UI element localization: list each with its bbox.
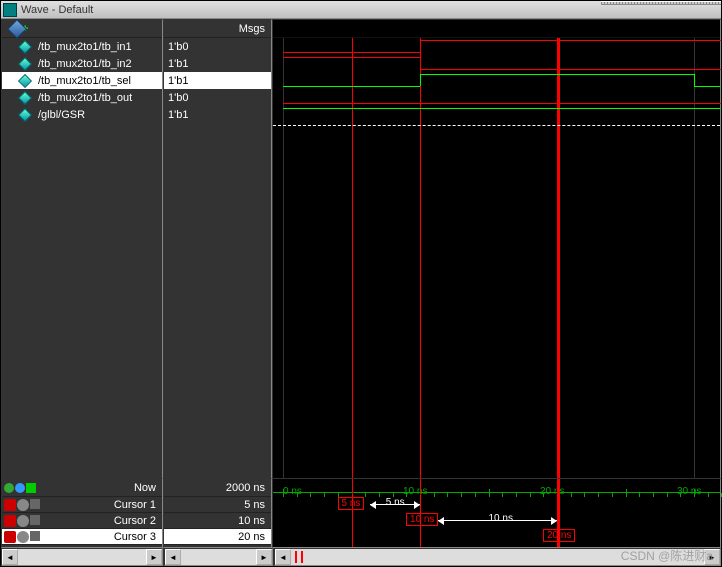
span-label: 10 ns (489, 513, 513, 524)
signal-value: 1'b0 (164, 38, 271, 55)
scroll-left-icon[interactable]: ◄ (165, 549, 181, 565)
scrollbar-values[interactable]: ◄► (164, 548, 273, 566)
now-value: 2000 ns (226, 482, 271, 494)
cursor-value: 5 ns (164, 497, 271, 513)
signal-icon (18, 90, 32, 104)
gear-icon[interactable] (17, 515, 29, 527)
scroll-right-icon[interactable]: ► (146, 549, 162, 565)
names-header: + (2, 20, 162, 38)
dash-icon (30, 499, 40, 509)
cursor-row[interactable]: Cursor 2 (2, 513, 162, 529)
signal-value: 1'b1 (164, 72, 271, 89)
watermark: CSDN @陈进财a (621, 547, 713, 564)
cursor-row[interactable]: Cursor 3 (2, 529, 162, 545)
signal-row[interactable]: /glbl/GSR (2, 106, 162, 123)
scroll-right-icon[interactable]: ► (256, 549, 272, 565)
footer: Now Cursor 1 Cursor 2 Cursor 3 2000 ns 5 n… (1, 478, 721, 548)
signal-name: /tb_mux2to1/tb_in1 (38, 41, 132, 53)
signal-value: 1'b0 (164, 89, 271, 106)
dot-icon (15, 483, 25, 493)
signal-icon (18, 39, 32, 53)
scroll-left-icon[interactable]: ◄ (2, 549, 18, 565)
scroll-left-icon[interactable]: ◄ (275, 549, 291, 565)
cursor-marker[interactable]: 10 ns (406, 513, 438, 526)
now-label: Now (134, 482, 162, 494)
dash-icon (30, 531, 40, 541)
signal-row[interactable]: /tb_mux2to1/tb_in2 (2, 55, 162, 72)
main-area: + /tb_mux2to1/tb_in1/tb_mux2to1/tb_in2/t… (1, 19, 721, 543)
footer-ruler-area[interactable]: 0 ns10 ns20 ns30 ns 5 ns5 ns10 ns10 ns20… (272, 478, 721, 548)
gear-icon[interactable] (17, 531, 29, 543)
title-bar: Wave - Default (1, 1, 721, 19)
signal-icon (18, 56, 32, 70)
cursor-handle[interactable] (295, 551, 297, 563)
cursor-line[interactable] (352, 38, 353, 542)
signal-icon (18, 107, 32, 121)
span-label: 5 ns (386, 497, 405, 508)
signal-value-list: 1'b01'b11'b11'b01'b1 (164, 38, 271, 542)
waveform-area[interactable] (273, 38, 720, 542)
signal-value: 1'b1 (164, 55, 271, 72)
signal-name: /tb_mux2to1/tb_out (38, 92, 132, 104)
cursor-handle[interactable] (301, 551, 303, 563)
grip-icon (601, 1, 721, 5)
cursor-row[interactable]: Cursor 1 (2, 497, 162, 513)
lock-icon[interactable] (4, 515, 16, 527)
signal-row[interactable]: /tb_mux2to1/tb_in1 (2, 38, 162, 55)
cursor-line[interactable] (420, 38, 421, 542)
cursor-label: Cursor 1 (114, 499, 162, 511)
wave-header (273, 20, 720, 38)
signal-name: /glbl/GSR (38, 109, 85, 121)
gear-icon[interactable] (17, 499, 29, 511)
footer-values: 2000 ns 5 ns10 ns20 ns (163, 478, 272, 548)
signal-value: 1'b1 (164, 106, 271, 123)
signal-name: /tb_mux2to1/tb_in2 (38, 58, 132, 70)
waveform-panel[interactable] (272, 19, 721, 543)
dash-icon (30, 515, 40, 525)
ruler-label: 0 ns (283, 486, 302, 497)
lock-icon[interactable] (4, 531, 16, 543)
scrollbar-names[interactable]: ◄► (1, 548, 163, 566)
msgs-header: Msgs (164, 20, 271, 38)
signal-row[interactable]: /tb_mux2to1/tb_sel (2, 72, 162, 89)
dot-icon (4, 483, 14, 493)
signal-row[interactable]: /tb_mux2to1/tb_out (2, 89, 162, 106)
app-icon (3, 3, 17, 17)
lock-icon[interactable] (4, 499, 16, 511)
cursor-value: 10 ns (164, 513, 271, 529)
footer-labels: Now Cursor 1 Cursor 2 Cursor 3 (1, 478, 163, 548)
time-ruler[interactable]: 0 ns10 ns20 ns30 ns (273, 479, 720, 497)
cursor-line[interactable] (557, 38, 560, 542)
cursor-label: Cursor 2 (114, 515, 162, 527)
cursor-label: Cursor 3 (114, 531, 162, 543)
signal-values-panel: Msgs 1'b01'b11'b11'b01'b1 (163, 19, 272, 543)
signal-name-list: /tb_mux2to1/tb_in1/tb_mux2to1/tb_in2/tb_… (2, 38, 162, 542)
signal-icon (18, 73, 32, 87)
now-row: Now (2, 479, 162, 497)
signal-names-panel: + /tb_mux2to1/tb_in1/tb_mux2to1/tb_in2/t… (1, 19, 163, 543)
signal-name: /tb_mux2to1/tb_sel (38, 75, 131, 87)
cursor-value: 20 ns (164, 529, 271, 545)
now-value-row: 2000 ns (164, 479, 271, 497)
msgs-label: Msgs (239, 23, 265, 35)
window-title: Wave - Default (21, 4, 93, 16)
plus-icon[interactable] (26, 483, 36, 493)
